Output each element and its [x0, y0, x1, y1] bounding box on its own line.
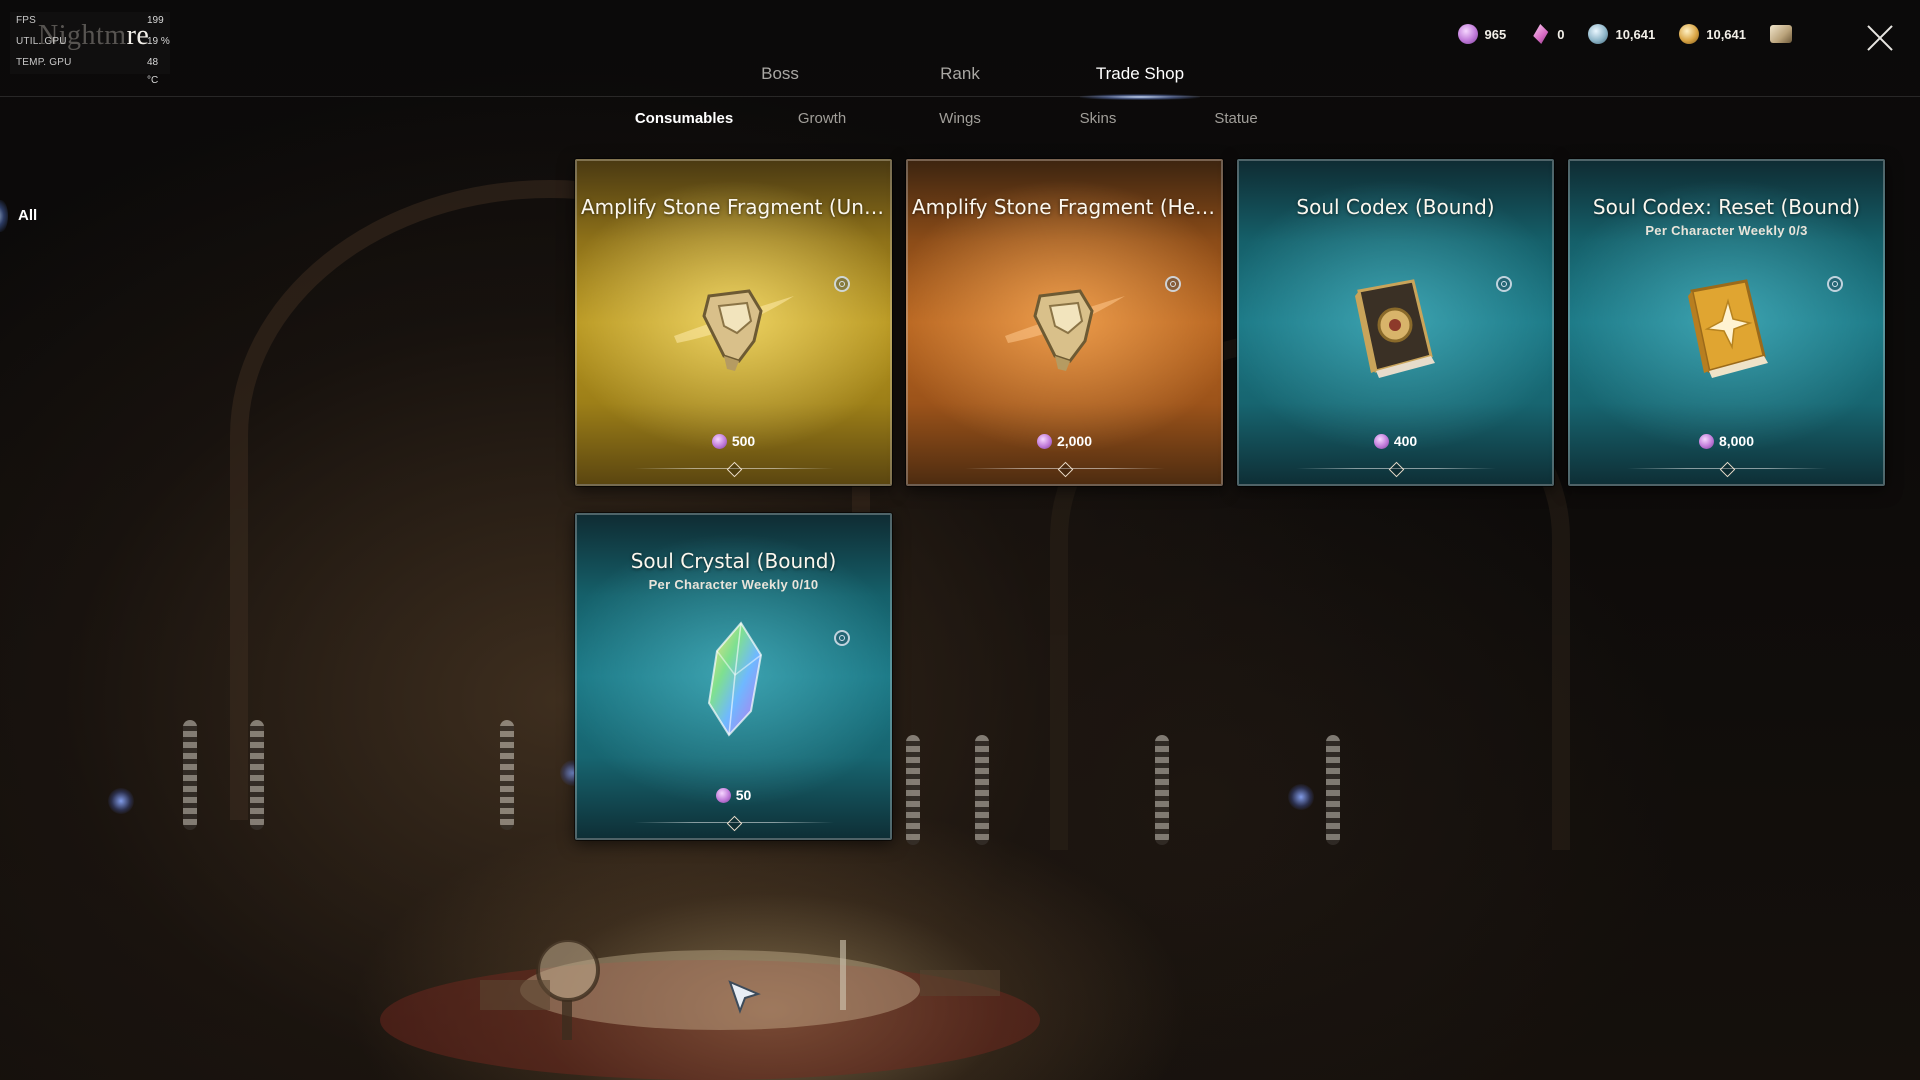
magnify-icon[interactable] — [1496, 276, 1512, 292]
active-tab-indicator — [1080, 94, 1200, 100]
subtab-growth[interactable]: Growth — [798, 110, 846, 127]
item-price: 50 — [577, 787, 890, 803]
currency-gold-coin[interactable]: 10,641 — [1679, 24, 1746, 44]
subtab-label: Consumables — [634, 110, 734, 127]
magnify-icon[interactable] — [1827, 276, 1843, 292]
currency-silver-coin[interactable]: 10,641 — [1588, 24, 1655, 44]
price-value: 400 — [1393, 433, 1418, 449]
price-value: 500 — [731, 433, 756, 449]
scroll-icon — [1770, 25, 1792, 43]
item-name: Soul Codex: Reset (Bound) — [1592, 195, 1861, 219]
item-price: 8,000 — [1570, 433, 1883, 449]
price-value: 50 — [735, 787, 752, 803]
tab-label: Boss — [761, 64, 799, 83]
tab-boss[interactable]: Boss — [761, 64, 799, 84]
item-price: 2,000 — [908, 433, 1221, 449]
sidebar-item-all[interactable]: All — [0, 198, 80, 234]
currency-value: 0 — [1557, 26, 1565, 42]
background-pillar — [183, 720, 197, 830]
currency-value: 965 — [1484, 26, 1507, 42]
soul-gem-icon — [1457, 24, 1478, 44]
selected-indicator — [0, 200, 8, 232]
magnify-icon[interactable] — [834, 630, 850, 646]
background-pillar — [906, 735, 920, 845]
currency-value: 10,641 — [1615, 26, 1656, 42]
item-name: Amplify Stone Fragment (Heroi... — [912, 195, 1221, 219]
background-lamp — [108, 788, 134, 814]
shop-item-card[interactable]: Soul Crystal (Bound) Per Character Weekl… — [575, 513, 892, 840]
sidebar-item-label: All — [18, 207, 38, 224]
background-table-scene — [380, 938, 1040, 1080]
currency-scroll[interactable] — [1770, 25, 1792, 43]
page-title: Nightmre — [38, 20, 149, 52]
background-lamp — [1288, 784, 1314, 810]
amplify-stone-icon — [673, 289, 794, 371]
price-value: 2,000 — [1056, 433, 1093, 449]
subtab-label: Growth — [797, 110, 847, 127]
sub-tab-bar: Consumables Growth Wings Skins Statue — [0, 110, 1920, 140]
currency-soul-gem[interactable]: 965 — [1457, 24, 1507, 44]
item-name: Soul Crystal (Bound) — [630, 549, 837, 573]
subtab-wings[interactable]: Wings — [939, 110, 981, 127]
currency-soul-shard[interactable]: 0 — [1530, 24, 1564, 44]
card-divider — [633, 818, 834, 828]
currency-value: 10,641 — [1706, 26, 1746, 42]
item-price: 400 — [1239, 433, 1552, 449]
card-divider — [633, 464, 834, 474]
tab-label: Trade Shop — [1095, 64, 1185, 83]
tab-trade-shop[interactable]: Trade Shop — [1080, 64, 1200, 100]
dark-codex-icon — [1354, 279, 1435, 378]
card-divider — [1295, 464, 1496, 474]
soul-gem-icon — [1036, 433, 1052, 449]
subtab-statue[interactable]: Statue — [1214, 110, 1257, 127]
magnify-icon[interactable] — [1165, 276, 1181, 292]
magnify-icon[interactable] — [834, 276, 850, 292]
shop-item-card[interactable]: Amplify Stone Fragment (Heroi... 2,000 — [906, 159, 1223, 486]
crystal-icon — [707, 621, 762, 737]
soul-gem-icon — [1698, 433, 1714, 449]
gold-codex-icon — [1687, 279, 1768, 378]
mouse-cursor-icon — [728, 980, 761, 1014]
currency-bar: 965 0 10,641 10,641 — [1457, 24, 1792, 44]
page-title-hidden-part: Nightm — [38, 20, 127, 51]
background-pillar — [975, 735, 989, 845]
purchase-limit: Per Character Weekly 0/10 — [648, 577, 819, 592]
close-button[interactable] — [1860, 18, 1900, 58]
item-name: Soul Codex (Bound) — [1296, 195, 1495, 219]
shop-item-card[interactable]: Soul Codex: Reset (Bound) Per Character … — [1568, 159, 1885, 486]
fps-label: FPS — [16, 15, 37, 26]
subtab-consumables[interactable]: Consumables — [635, 110, 733, 127]
subtab-label: Wings — [939, 110, 981, 127]
fps-value: 199 — [147, 15, 164, 26]
shop-item-card[interactable]: Amplify Stone Fragment (Uniqu... 500 — [575, 159, 892, 486]
background-pillar — [1155, 735, 1169, 845]
subtab-label: Statue — [1214, 110, 1258, 127]
soul-shard-icon — [1533, 24, 1549, 44]
purchase-limit: Per Character Weekly 0/3 — [1645, 223, 1808, 238]
soul-gem-icon — [715, 787, 731, 803]
gold-coin-icon — [1679, 24, 1700, 44]
price-value: 8,000 — [1718, 433, 1755, 449]
item-name: Amplify Stone Fragment (Uniqu... — [581, 195, 890, 219]
silver-coin-icon — [1588, 24, 1609, 44]
main-tab-bar: Boss Rank Trade Shop — [0, 58, 1920, 100]
soul-gem-icon — [711, 433, 727, 449]
subtab-label: Skins — [1079, 110, 1117, 127]
amplify-stone-icon — [1004, 289, 1125, 371]
background-pillar — [500, 720, 514, 830]
page-title-visible-part: re — [126, 20, 150, 51]
shop-item-card[interactable]: Soul Codex (Bound) 400 — [1237, 159, 1554, 486]
card-divider — [964, 464, 1165, 474]
card-divider — [1626, 464, 1827, 474]
item-price: 500 — [577, 433, 890, 449]
tab-divider — [0, 96, 1920, 97]
background-pillar — [1326, 735, 1340, 845]
background-pillar — [250, 720, 264, 830]
gpu-util-value: 19 % — [147, 36, 170, 47]
tab-rank[interactable]: Rank — [940, 64, 980, 84]
subtab-skins[interactable]: Skins — [1080, 110, 1117, 127]
tab-label: Rank — [940, 64, 980, 83]
soul-gem-icon — [1373, 433, 1389, 449]
